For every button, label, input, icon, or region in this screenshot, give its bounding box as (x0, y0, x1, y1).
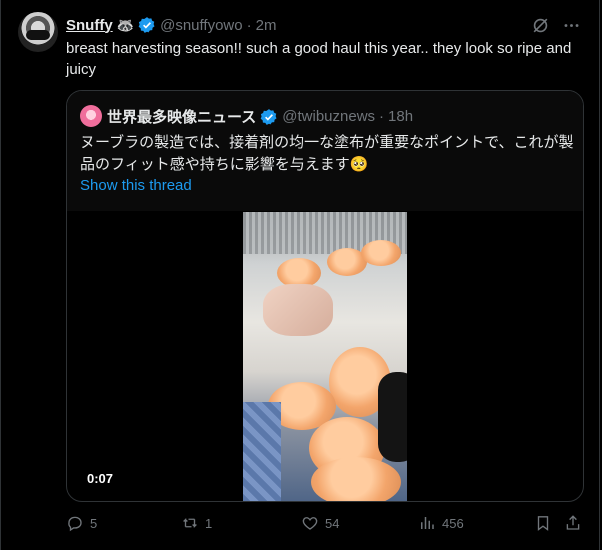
tweet-text: breast harvesting season!! such a good h… (66, 40, 572, 78)
views-icon (421, 517, 434, 529)
bookmark-icon (537, 516, 549, 531)
reply-button[interactable]: 5 (66, 514, 97, 532)
verified-badge-icon (260, 108, 277, 125)
more-icon[interactable] (562, 16, 581, 35)
quoted-author-avatar[interactable] (80, 105, 102, 127)
retweet-button[interactable]: 1 (181, 514, 212, 532)
author-avatar[interactable] (18, 12, 58, 52)
video-player[interactable] (243, 212, 407, 501)
grok-icon[interactable] (531, 16, 550, 35)
top-actions (531, 16, 581, 35)
video-hand-shape (263, 284, 333, 336)
quoted-tweet-header: 世界最多映像ニュース @twibuznews · 18h (107, 106, 413, 127)
video-duration: 0:07 (87, 471, 114, 486)
author-handle[interactable]: @snuffyowo (160, 17, 243, 34)
video-cup-shape (361, 240, 401, 266)
tweet-header: Snuffy 🦝 @snuffyowo · 2m (66, 15, 276, 35)
reply-icon (68, 516, 82, 532)
video-cup-shape (311, 457, 401, 501)
like-button[interactable]: 54 (301, 514, 339, 532)
separator-dot: · (379, 108, 385, 125)
like-icon (302, 517, 318, 530)
views-count: 456 (442, 515, 464, 531)
show-thread-link[interactable]: Show this thread (80, 177, 192, 194)
quoted-tweet-text: ヌーブラの製造では、接着剤の均一な塗布が重要なポイントで、これが製品のフィット感… (80, 134, 574, 173)
share-button[interactable] (564, 514, 582, 532)
verified-badge-icon (138, 17, 155, 33)
quoted-tweet-time[interactable]: 18h (388, 108, 413, 125)
quoted-tweet[interactable]: 世界最多映像ニュース @twibuznews · 18h ヌーブラの製造では、接… (66, 90, 584, 502)
views-button[interactable]: 456 (418, 514, 464, 532)
author-emoji: 🦝 (116, 16, 135, 33)
bookmark-button[interactable] (534, 514, 552, 532)
separator-dot: · (246, 16, 252, 34)
video-glove-shape (378, 372, 407, 462)
quoted-author-name[interactable]: 世界最多映像ニュース (107, 106, 256, 127)
video-cloth-shape (243, 402, 281, 501)
like-count: 54 (325, 515, 340, 531)
tweet-card[interactable]: Snuffy 🦝 @snuffyowo · 2m breast harvesti… (0, 0, 600, 550)
reply-count: 5 (90, 515, 98, 531)
author-name[interactable]: Snuffy (66, 17, 113, 34)
share-icon (566, 515, 580, 530)
quoted-author-handle[interactable]: @twibuznews (282, 108, 375, 125)
tweet-actions: 5 1 54 456 (66, 514, 586, 536)
retweet-icon (183, 517, 197, 529)
retweet-count: 1 (205, 515, 213, 531)
tweet-time[interactable]: 2m (256, 17, 277, 34)
